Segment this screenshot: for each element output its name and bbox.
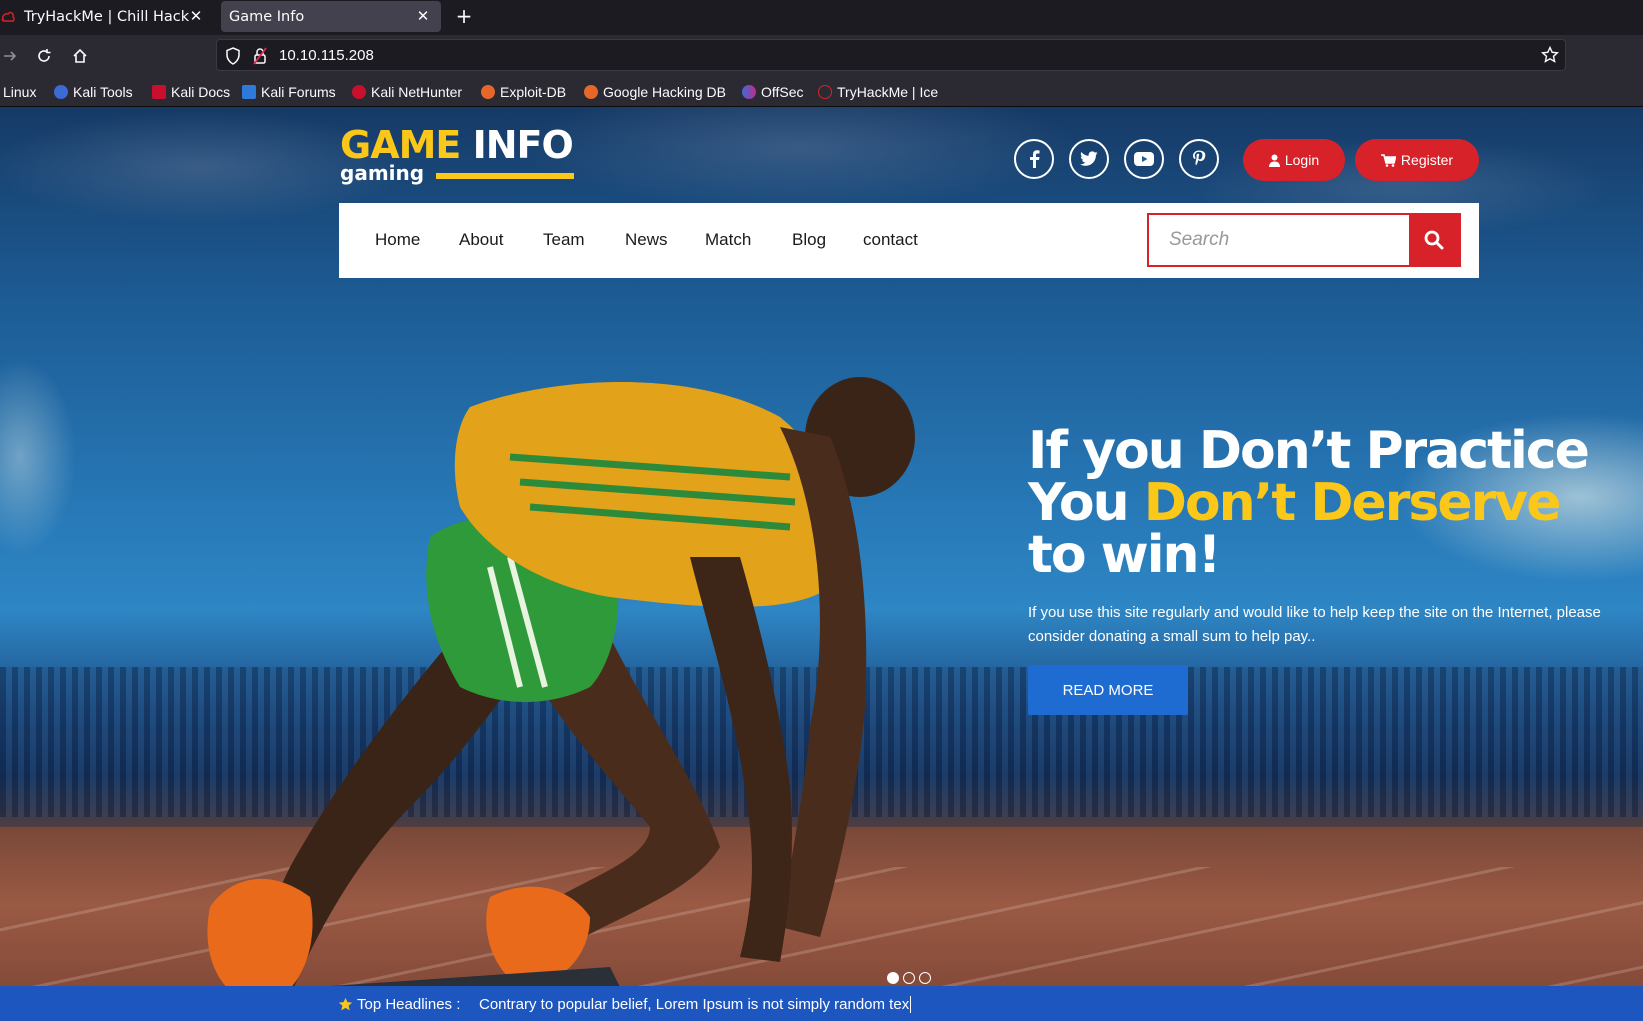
tab-title: TryHackMe | Chill Hack [24,8,190,25]
main-navigation: Home About Team News Match Blog contact [339,203,1479,278]
close-tab-icon[interactable]: ✕ [188,8,204,24]
close-tab-icon[interactable]: ✕ [415,8,431,24]
bookmarks-toolbar: i Linux Kali Tools Kali Docs Kali Forums… [0,77,1643,107]
ticker-headline-text[interactable]: Contrary to popular belief, Lorem Ipsum … [479,996,912,1013]
bookmark-offsec[interactable]: OffSec [742,82,804,102]
bookmark-tryhackme-ice[interactable]: TryHackMe | Ice [818,82,938,102]
google-hacking-db-icon [584,85,598,99]
logo-tagline: gaming [340,161,425,185]
web-page: GAME INFO gaming Login Register Home Abo… [0,107,1643,1021]
bookmark-kali-docs[interactable]: Kali Docs [152,82,230,102]
nav-match[interactable]: Match [705,230,751,250]
forward-arrow-icon[interactable] [0,44,22,68]
cart-icon [1380,153,1396,167]
browser-tab-bar: TryHackMe | Chill Hack ✕ Game Info ✕ + [0,0,1643,35]
star-icon [338,997,353,1011]
hero-line-2-yellow: Don’t Derserve [1143,473,1562,533]
tab-title: Game Info [229,8,305,25]
home-icon[interactable] [68,44,92,68]
facebook-icon[interactable] [1014,139,1054,179]
shield-icon[interactable] [225,47,241,69]
user-icon [1268,154,1280,167]
nav-news[interactable]: News [625,230,668,250]
hero-content: If you Don’t Practice You Don’t Derserve… [1028,425,1628,715]
slider-dot-1[interactable] [887,972,899,984]
nav-about[interactable]: About [459,230,503,250]
login-button[interactable]: Login [1243,139,1345,181]
bookmark-kali-linux[interactable]: i Linux [0,82,36,102]
hero-line-3: to win! [1028,525,1221,585]
tryhackme-icon [818,85,832,99]
new-tab-plus-icon[interactable]: + [452,4,476,28]
search-button[interactable] [1409,215,1459,265]
search-box [1147,213,1461,267]
nav-home[interactable]: Home [375,230,420,250]
exploit-db-icon [481,85,495,99]
site-logo[interactable]: GAME INFO gaming [340,123,575,185]
hero-body-text: If you use this site regularly and would… [1028,604,1601,645]
register-button[interactable]: Register [1355,139,1479,181]
kali-nethunter-icon [352,85,366,99]
search-icon [1424,230,1444,250]
tab-chill-hack[interactable]: TryHackMe | Chill Hack ✕ [0,1,214,32]
search-input[interactable] [1149,215,1415,265]
athlete-hero-image [170,377,915,1021]
headline-ticker: Top Headlines : Contrary to popular beli… [0,986,1643,1021]
ticker-label: Top Headlines : [338,996,460,1013]
insecure-lock-icon[interactable] [253,47,267,69]
url-bar[interactable]: 10.10.115.208 [216,39,1566,71]
nav-team[interactable]: Team [543,230,585,250]
tryhackme-favicon-icon [0,9,16,25]
logo-word-info: INFO [472,123,574,167]
kali-forums-icon [242,85,256,99]
logo-underline-bar [436,173,575,179]
pinterest-icon[interactable] [1179,139,1219,179]
bookmark-kali-nethunter[interactable]: Kali NetHunter [352,82,462,102]
slider-dot-3[interactable] [919,972,931,984]
read-more-button[interactable]: READ MORE [1028,665,1188,715]
hero-line-2-white: You [1028,473,1144,533]
slider-pagination [887,972,931,984]
bookmark-kali-tools[interactable]: Kali Tools [54,82,133,102]
bookmark-exploit-db[interactable]: Exploit-DB [481,82,566,102]
slider-dot-2[interactable] [903,972,915,984]
browser-toolbar: 10.10.115.208 [0,35,1643,77]
nav-blog[interactable]: Blog [792,230,826,250]
nav-contact[interactable]: contact [863,230,918,250]
kali-docs-icon [152,85,166,99]
reload-icon[interactable] [32,44,56,68]
bookmark-kali-forums[interactable]: Kali Forums [242,82,336,102]
twitter-icon[interactable] [1069,139,1109,179]
offsec-icon [742,85,756,99]
bookmark-google-hacking-db[interactable]: Google Hacking DB [584,82,726,102]
hero-headline: If you Don’t Practice You Don’t Derserve… [1028,425,1628,581]
kali-tools-icon [54,85,68,99]
bookmark-star-icon[interactable] [1540,45,1560,68]
url-text: 10.10.115.208 [279,47,374,64]
youtube-icon[interactable] [1124,139,1164,179]
tab-game-info[interactable]: Game Info ✕ [221,1,441,32]
hero-line-1: If you Don’t Practice [1028,421,1590,481]
